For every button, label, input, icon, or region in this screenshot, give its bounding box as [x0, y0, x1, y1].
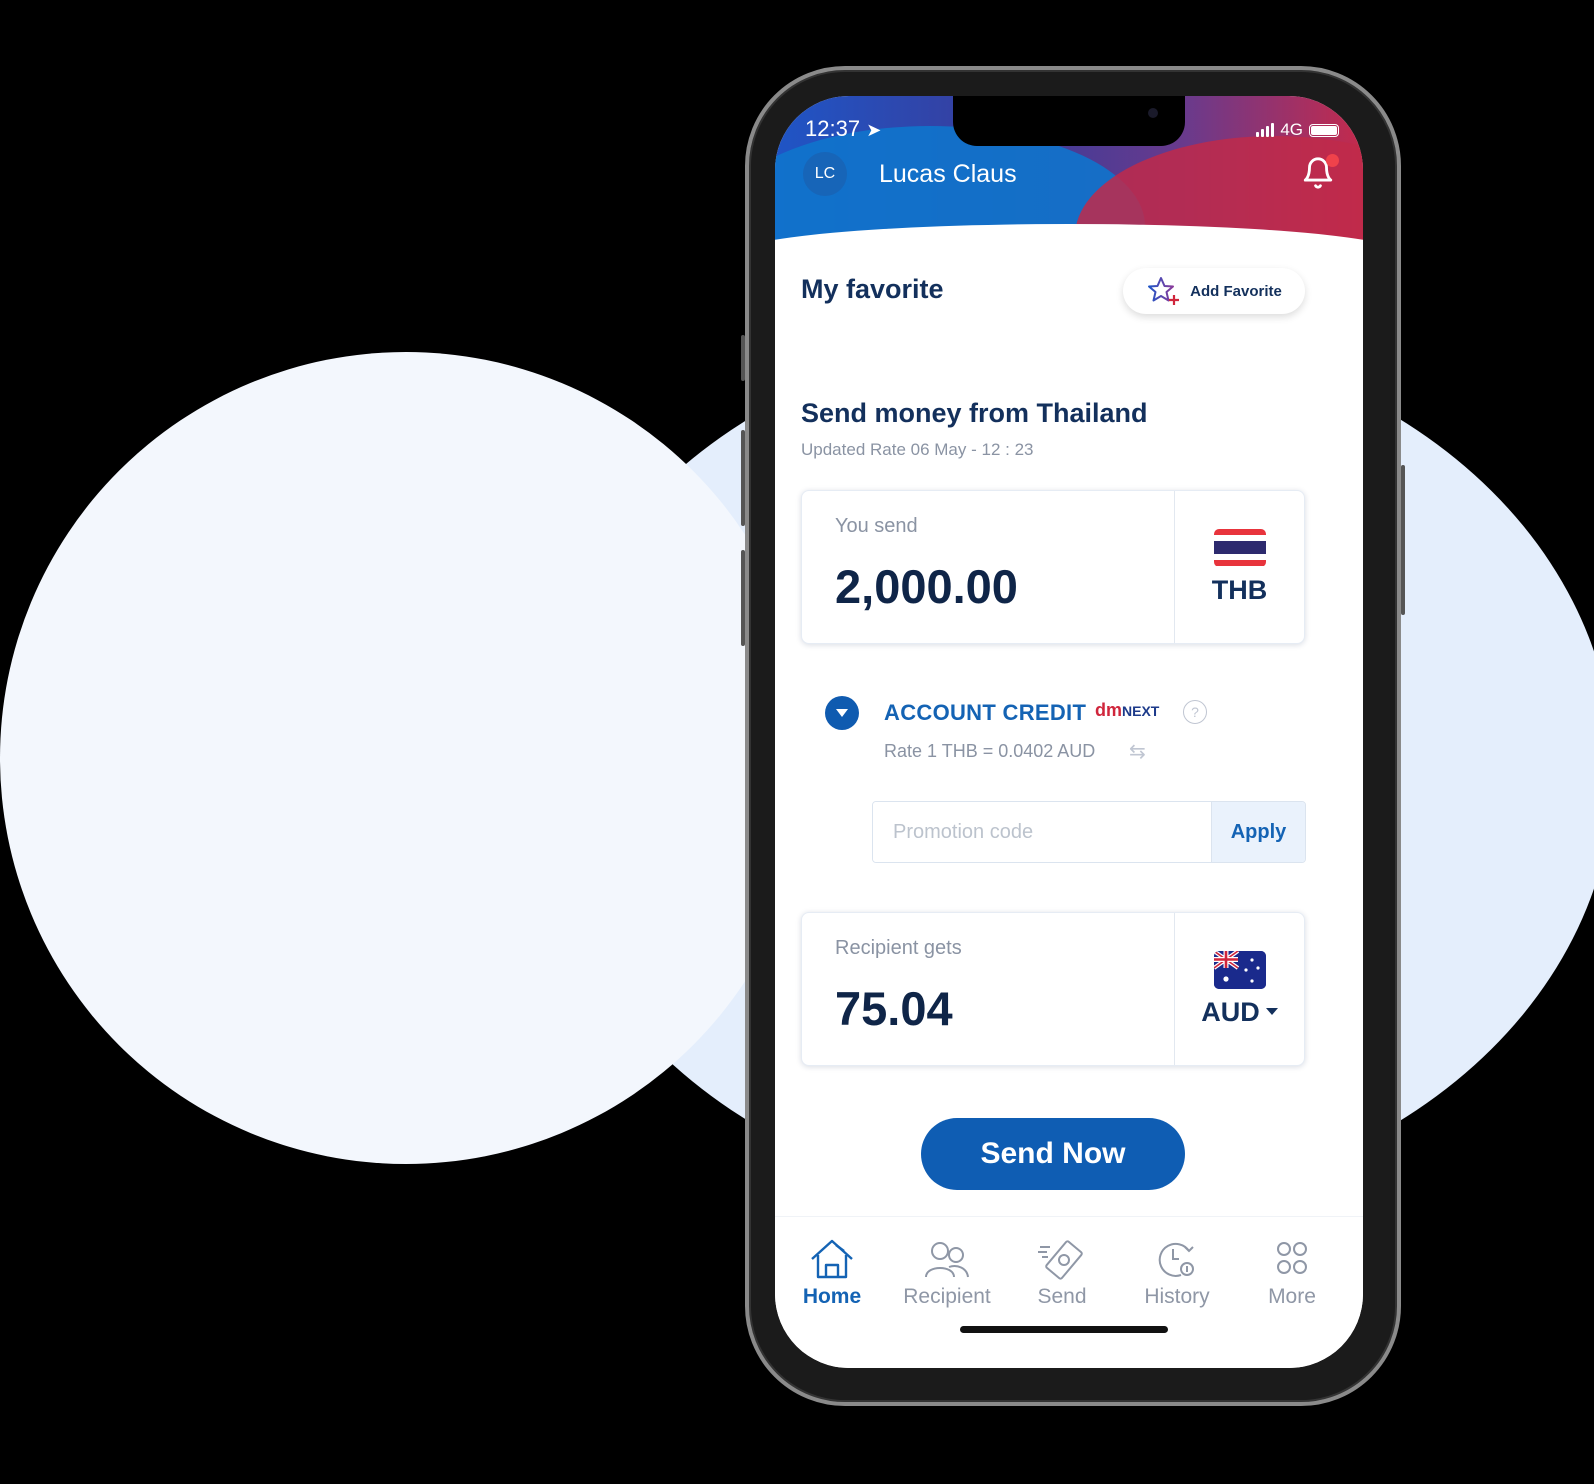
- notification-badge: [1326, 154, 1339, 167]
- avatar[interactable]: LC: [803, 152, 847, 196]
- notch: [953, 96, 1185, 146]
- recipient-gets-amount[interactable]: 75.04: [835, 981, 953, 1036]
- home-icon: [811, 1239, 853, 1279]
- recipient-icon: [925, 1242, 969, 1278]
- more-grid-icon: [1277, 1242, 1307, 1274]
- caret-down-icon: [836, 709, 848, 717]
- receive-currency-selector[interactable]: AUD: [1175, 913, 1304, 1065]
- swap-icon[interactable]: ⇆: [1129, 739, 1146, 764]
- favorite-title: My favorite: [801, 274, 944, 304]
- network-type: 4G: [1280, 120, 1303, 139]
- recipient-gets-card: Recipient gets 75.04 AUD: [801, 912, 1305, 1066]
- tab-history[interactable]: History: [1122, 1237, 1232, 1309]
- user-name: Lucas Claus: [879, 160, 1017, 188]
- volume-up-button: [741, 430, 745, 526]
- account-credit-toggle[interactable]: [825, 696, 859, 730]
- phone-screen: 12:37 ➤ 4G LC Lucas Claus My favorite Ad…: [775, 96, 1363, 1368]
- silent-switch: [741, 335, 745, 381]
- send-currency-selector[interactable]: THB: [1175, 491, 1304, 643]
- help-icon[interactable]: ?: [1183, 700, 1207, 724]
- receive-currency-code: AUD: [1201, 996, 1260, 1027]
- send-now-button[interactable]: Send Now: [921, 1118, 1185, 1190]
- dmnext-logo: dmNEXT: [1095, 700, 1160, 720]
- apply-button[interactable]: Apply: [1211, 802, 1305, 862]
- recipient-gets-label: Recipient gets: [835, 937, 962, 959]
- you-send-label: You send: [835, 515, 918, 537]
- thailand-flag-icon: [1213, 528, 1266, 567]
- home-indicator: [960, 1326, 1168, 1333]
- updated-rate: Updated Rate 06 May - 12 : 23: [801, 440, 1034, 459]
- send-section-title: Send money from Thailand: [801, 398, 1148, 428]
- background-circle-left: [0, 352, 812, 1164]
- account-credit-label: ACCOUNT CREDIT: [884, 700, 1087, 725]
- status-indicators: 4G: [1256, 120, 1339, 140]
- add-favorite-button[interactable]: Add Favorite: [1123, 268, 1305, 314]
- send-currency-code: THB: [1211, 574, 1268, 605]
- tab-recipient[interactable]: Recipient: [892, 1237, 1002, 1309]
- history-icon: [1158, 1242, 1194, 1277]
- you-send-amount[interactable]: 2,000.00: [835, 559, 1018, 614]
- send-money-icon: [1038, 1240, 1083, 1280]
- tab-home[interactable]: Home: [777, 1237, 887, 1309]
- tab-more[interactable]: More: [1237, 1237, 1347, 1309]
- promo-code-input[interactable]: [873, 802, 1211, 862]
- australia-flag-icon: [1213, 950, 1266, 989]
- volume-down-button: [741, 550, 745, 646]
- star-plus-icon: [1148, 277, 1180, 305]
- exchange-rate: Rate 1 THB = 0.0402 AUD: [884, 741, 1096, 761]
- battery-icon: [1309, 123, 1339, 137]
- you-send-card: You send 2,000.00 THB: [801, 490, 1305, 644]
- power-button: [1401, 465, 1405, 615]
- signal-icon: [1256, 123, 1275, 137]
- tab-send[interactable]: Send: [1007, 1237, 1117, 1309]
- bottom-tab-bar: Home Recipient Send History More: [775, 1216, 1363, 1368]
- status-time: 12:37 ➤: [805, 116, 882, 141]
- camera: [1148, 108, 1158, 118]
- location-arrow-icon: ➤: [866, 120, 882, 140]
- caret-down-icon: [1265, 1008, 1278, 1015]
- promo-code-field: Apply: [872, 801, 1306, 863]
